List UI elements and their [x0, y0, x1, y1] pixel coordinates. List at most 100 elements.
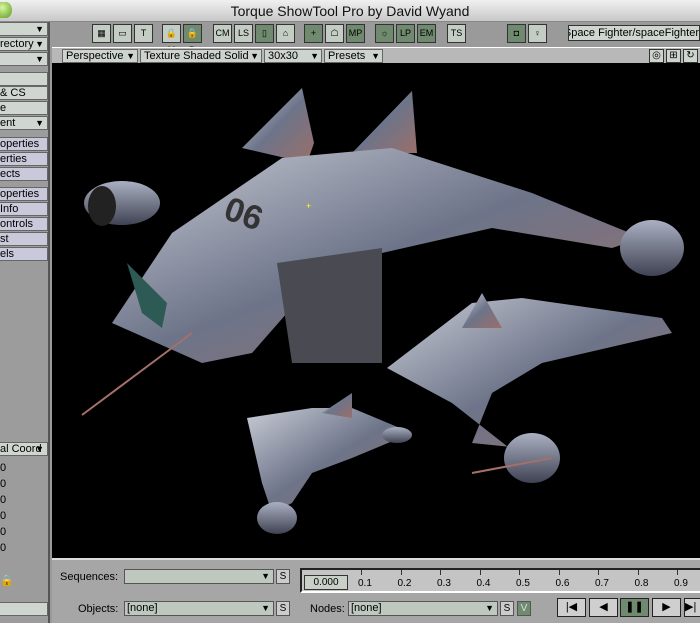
- move-icon[interactable]: ⊞: [666, 49, 681, 63]
- pause-icon[interactable]: ❚❚: [620, 598, 649, 617]
- timeline[interactable]: 0.000 0.1 0.2 0.3 0.4 0.5 0.6 0.7 0.8 0.9: [300, 568, 700, 593]
- sequences-s-button[interactable]: S: [276, 569, 290, 584]
- objects-dropdown[interactable]: [none] ▼: [124, 601, 274, 616]
- view-dropdown[interactable]: Perspective ▼: [62, 49, 138, 63]
- sidebar-item[interactable]: operties: [0, 137, 48, 151]
- monitor-icon[interactable]: ▭: [113, 24, 132, 43]
- small-spaceship: [247, 393, 412, 534]
- light-icon[interactable]: ☼: [375, 24, 394, 43]
- chevron-down-icon: ▼: [371, 51, 380, 61]
- shading-dropdown[interactable]: Texture Shaded Solid ▼: [140, 49, 262, 63]
- plus-icon[interactable]: +: [304, 24, 323, 43]
- camera-cursor-icon[interactable]: ◘: [507, 24, 526, 43]
- grid-dropdown[interactable]: 30x30 ▼: [264, 49, 322, 63]
- sidebar-item[interactable]: rectory ▼: [0, 37, 48, 51]
- timeline-tick: 0.9: [674, 570, 688, 589]
- sidebar-item[interactable]: ▼: [0, 52, 48, 66]
- sidebar-item-label: els: [0, 248, 15, 260]
- toolbar: ts/Space Fighter/spaceFighter ▦▭T🔒M🔒DCML…: [52, 22, 700, 55]
- light-p-icon[interactable]: LP: [396, 24, 415, 43]
- timeline-tick: 0.7: [595, 570, 609, 589]
- ghost-icon[interactable]: ☖: [325, 24, 344, 43]
- shading-value: Texture Shaded Solid: [144, 50, 249, 62]
- sidebar-item[interactable]: ects: [0, 167, 48, 181]
- tick-label: 0.2: [397, 578, 412, 589]
- timeline-tick: 0.8: [634, 570, 649, 589]
- end-icon[interactable]: ▶|: [684, 598, 700, 617]
- mp-icon[interactable]: MP: [346, 24, 365, 43]
- sidebar-item-label: Info: [0, 203, 19, 215]
- lock-d-icon[interactable]: 🔒D: [183, 24, 202, 55]
- sidebar-item-label: e: [0, 102, 7, 114]
- medium-spaceship: [387, 293, 672, 483]
- rewind-start-icon[interactable]: |◀: [557, 598, 586, 617]
- nodes-value: [none]: [351, 602, 382, 614]
- sidebar-item[interactable]: els: [0, 247, 48, 261]
- rotate-icon[interactable]: ↻: [683, 49, 698, 63]
- sidebar-item[interactable]: erties: [0, 152, 48, 166]
- sidebar-item-label: ontrols: [0, 218, 34, 230]
- sidebar-item[interactable]: [0, 72, 48, 86]
- objects-s-button[interactable]: S: [276, 601, 290, 616]
- sidebar-item-label: operties: [0, 138, 40, 150]
- step-back-icon[interactable]: ◀: [589, 598, 618, 617]
- path-text: ts/Space Fighter/spaceFighter: [569, 27, 699, 39]
- target-icon[interactable]: ◎: [649, 49, 664, 63]
- lock-m-icon[interactable]: 🔒M: [162, 24, 181, 55]
- chevron-down-icon: ▼: [35, 54, 44, 64]
- chevron-down-icon: ▼: [35, 118, 44, 128]
- coord-dropdown[interactable]: al Coord ▼: [0, 442, 48, 456]
- coord-value: 0: [0, 526, 7, 538]
- animation-panel: Sequences: ▼ S 0.000 0.1 0.2 0.3 0.4 0.5 0.6 0…: [52, 558, 700, 623]
- cm-icon[interactable]: CM: [213, 24, 232, 43]
- sidebar-bottom-bar: [0, 602, 48, 616]
- chevron-down-icon: ▼: [261, 603, 270, 613]
- window-button-icon[interactable]: [0, 2, 12, 18]
- lock-icon[interactable]: 🔒: [0, 574, 14, 587]
- em-icon[interactable]: EM: [417, 24, 436, 43]
- chevron-down-icon: ▼: [250, 51, 259, 61]
- path-field[interactable]: ts/Space Fighter/spaceFighter: [568, 25, 700, 41]
- timeline-tick: 0.2: [397, 570, 412, 589]
- tick-label: 0.5: [516, 578, 530, 589]
- timeline-tick: 0.6: [555, 570, 570, 589]
- tick-label: 0.7: [595, 578, 609, 589]
- sidebar-item[interactable]: Info: [0, 202, 48, 216]
- los-icon[interactable]: LS: [234, 24, 253, 43]
- view-value: Perspective: [66, 50, 124, 62]
- chevron-down-icon: ▼: [35, 444, 44, 454]
- sidebar-item[interactable]: ▼: [0, 22, 48, 36]
- coord-value: 0: [0, 478, 7, 490]
- sequences-dropdown[interactable]: ▼: [124, 569, 274, 584]
- nodes-dropdown[interactable]: [none] ▼: [348, 601, 498, 616]
- sidebar-item[interactable]: st: [0, 232, 48, 246]
- nodes-s-button[interactable]: S: [500, 601, 514, 616]
- sidebar-item[interactable]: & CS: [0, 86, 48, 100]
- ts-icon[interactable]: TS: [447, 24, 466, 43]
- 3d-viewport[interactable]: 06 +: [52, 63, 700, 558]
- box-icon[interactable]: ▯: [255, 24, 274, 43]
- tick-label: 0.6: [555, 578, 570, 589]
- frame-icon[interactable]: ⌂: [276, 24, 295, 43]
- sidebar-item[interactable]: ontrols: [0, 217, 48, 231]
- sidebar-item[interactable]: ent ▼: [0, 116, 48, 130]
- tick-label: 0.8: [634, 578, 649, 589]
- sidebar-item[interactable]: operties: [0, 187, 48, 201]
- sidebar-item[interactable]: e: [0, 101, 48, 115]
- grid-icon[interactable]: ▦: [92, 24, 111, 43]
- chevron-down-icon: ▼: [35, 39, 44, 49]
- grid-value: 30x30: [268, 50, 298, 62]
- sidebar-item-label: ects: [0, 168, 21, 180]
- light-cursor-icon[interactable]: ♀: [528, 24, 547, 43]
- title-bar: Torque ShowTool Pro by David Wyand: [0, 0, 700, 22]
- chevron-down-icon: ▼: [310, 51, 319, 61]
- coord-value: 0: [0, 542, 7, 554]
- nodes-v-button[interactable]: V: [517, 601, 531, 616]
- sidebar-item-label: operties: [0, 188, 40, 200]
- presets-dropdown[interactable]: Presets ▼: [324, 49, 383, 63]
- time-field[interactable]: 0.000: [304, 575, 348, 590]
- tick-label: 0.9: [674, 578, 688, 589]
- view-bar: Perspective ▼ Texture Shaded Solid ▼ 30x30…: [52, 47, 700, 63]
- play-icon[interactable]: ▶: [652, 598, 681, 617]
- text-toilet-icon[interactable]: T: [134, 24, 153, 43]
